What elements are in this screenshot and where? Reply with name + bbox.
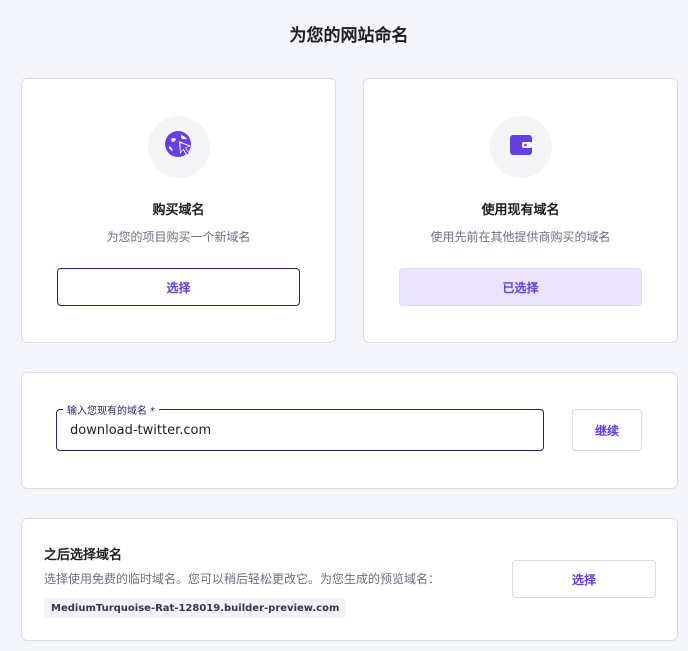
page-title: 为您的网站命名 xyxy=(289,26,409,46)
choose-later-card: 之后选择域名 选择使用免费的临时域名。您可以稍后轻松更改它。为您生成的预览域名：… xyxy=(21,518,678,641)
choose-later-description: 选择使用免费的临时域名。您可以稍后轻松更改它。为您生成的预览域名： xyxy=(44,572,441,586)
existing-domain-card: 使用现有域名 使用先前在其他提供商购买的域名 已选择 xyxy=(363,78,678,343)
choose-later-title: 之后选择域名 xyxy=(44,548,123,563)
preview-domain-badge: MediumTurquoise-Rat-128019.builder-previ… xyxy=(44,598,347,618)
existing-domain-description: 使用先前在其他提供商购买的域名 xyxy=(430,230,611,244)
continue-button[interactable]: 继续 xyxy=(572,409,642,451)
domain-input-field[interactable]: 输入您现有的域名 * xyxy=(56,402,544,451)
choose-later-button[interactable]: 选择 xyxy=(512,560,656,598)
existing-domain-selected-button[interactable]: 已选择 xyxy=(399,268,642,306)
globe-cursor-icon xyxy=(163,129,195,165)
buy-domain-icon-badge xyxy=(147,116,210,178)
buy-domain-title: 购买域名 xyxy=(152,203,205,218)
existing-domain-icon-badge xyxy=(489,116,552,178)
existing-domain-title: 使用现有域名 xyxy=(481,203,560,218)
buy-domain-card: 购买域名 为您的项目购买一个新域名 选择 xyxy=(21,78,336,343)
buy-domain-select-button[interactable]: 选择 xyxy=(57,268,300,306)
domain-input[interactable] xyxy=(70,410,530,450)
domain-input-card: 输入您现有的域名 * 继续 xyxy=(21,372,678,489)
buy-domain-description: 为您的项目购买一个新域名 xyxy=(106,230,251,244)
wallet-icon xyxy=(508,132,534,162)
